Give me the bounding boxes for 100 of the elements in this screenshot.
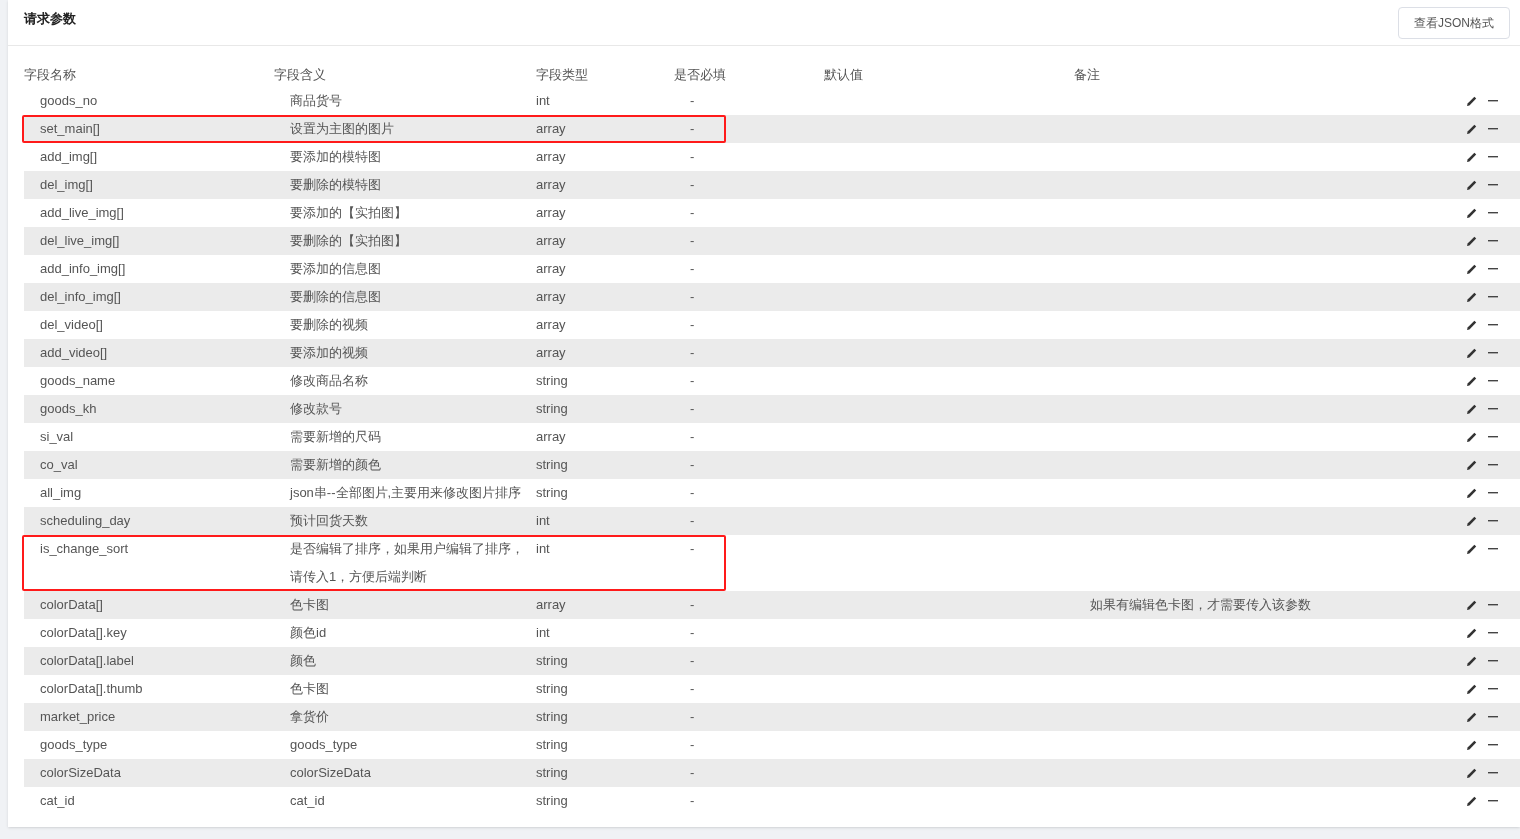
minus-icon bbox=[1488, 716, 1498, 718]
field-type: string bbox=[536, 653, 568, 668]
minus-icon bbox=[1488, 156, 1498, 158]
minus-icon bbox=[1488, 100, 1498, 102]
field-required: - bbox=[690, 541, 695, 556]
field-meaning: 要删除的【实拍图】 bbox=[290, 233, 407, 248]
field-name: scheduling_day bbox=[40, 513, 131, 528]
edit-button[interactable] bbox=[1466, 515, 1478, 527]
field-name: cat_id bbox=[40, 793, 75, 808]
pencil-icon bbox=[1466, 459, 1478, 471]
edit-button[interactable] bbox=[1466, 179, 1478, 191]
field-meaning: 颜色id bbox=[290, 625, 327, 640]
column-header: 默认值 bbox=[824, 66, 863, 82]
minus-icon bbox=[1488, 660, 1498, 662]
pencil-icon bbox=[1466, 739, 1478, 751]
field-required: - bbox=[690, 625, 695, 640]
edit-button[interactable] bbox=[1466, 711, 1478, 723]
pencil-icon bbox=[1466, 319, 1478, 331]
field-name: co_val bbox=[40, 457, 78, 472]
field-meaning: 商品货号 bbox=[290, 93, 342, 108]
field-type: int bbox=[536, 513, 550, 528]
field-required: - bbox=[690, 261, 695, 276]
field-required: - bbox=[690, 737, 695, 752]
edit-button[interactable] bbox=[1466, 235, 1478, 247]
field-name: add_info_img[] bbox=[40, 261, 126, 276]
field-required: - bbox=[690, 429, 695, 444]
field-required: - bbox=[690, 457, 695, 472]
edit-button[interactable] bbox=[1466, 123, 1478, 135]
field-type: array bbox=[536, 205, 566, 220]
minus-icon bbox=[1488, 268, 1498, 270]
field-type: string bbox=[536, 709, 568, 724]
pencil-icon bbox=[1466, 655, 1478, 667]
field-meaning: 颜色 bbox=[290, 653, 316, 668]
field-name: add_img[] bbox=[40, 149, 98, 164]
pencil-icon bbox=[1466, 487, 1478, 499]
minus-icon bbox=[1488, 212, 1498, 214]
edit-button[interactable] bbox=[1466, 739, 1478, 751]
field-required: - bbox=[690, 149, 695, 164]
edit-button[interactable] bbox=[1466, 487, 1478, 499]
edit-button[interactable] bbox=[1466, 319, 1478, 331]
edit-button[interactable] bbox=[1466, 151, 1478, 163]
field-type: string bbox=[536, 485, 568, 500]
field-required: - bbox=[690, 93, 695, 108]
field-type: array bbox=[536, 121, 566, 136]
field-type: array bbox=[536, 345, 566, 360]
minus-icon bbox=[1488, 436, 1498, 438]
field-name: del_img[] bbox=[40, 177, 93, 192]
edit-button[interactable] bbox=[1466, 655, 1478, 667]
edit-button[interactable] bbox=[1466, 459, 1478, 471]
edit-button[interactable] bbox=[1466, 95, 1478, 107]
field-meaning: 拿货价 bbox=[290, 709, 329, 724]
edit-button[interactable] bbox=[1466, 627, 1478, 639]
pencil-icon bbox=[1466, 515, 1478, 527]
minus-icon bbox=[1488, 744, 1498, 746]
field-meaning: 预计回货天数 bbox=[290, 513, 368, 528]
field-name: del_video[] bbox=[40, 317, 103, 332]
minus-icon bbox=[1488, 800, 1498, 802]
field-meaning: 是否编辑了排序，如果用户编辑了排序，请传入1，方便后端判断 bbox=[290, 541, 524, 584]
view-json-button[interactable]: 查看JSON格式 bbox=[1398, 6, 1510, 39]
field-type: array bbox=[536, 317, 566, 332]
minus-icon bbox=[1488, 772, 1498, 774]
edit-button[interactable] bbox=[1466, 375, 1478, 387]
edit-button[interactable] bbox=[1466, 543, 1478, 555]
field-name: del_live_img[] bbox=[40, 233, 120, 248]
field-required: - bbox=[690, 345, 695, 360]
pencil-icon bbox=[1466, 235, 1478, 247]
field-required: - bbox=[690, 709, 695, 724]
minus-icon bbox=[1488, 296, 1498, 298]
pencil-icon bbox=[1466, 179, 1478, 191]
pencil-icon bbox=[1466, 627, 1478, 639]
column-header: 字段类型 bbox=[536, 66, 588, 82]
edit-button[interactable] bbox=[1466, 431, 1478, 443]
edit-button[interactable] bbox=[1466, 599, 1478, 611]
pencil-icon bbox=[1466, 599, 1478, 611]
edit-button[interactable] bbox=[1466, 207, 1478, 219]
minus-icon bbox=[1488, 520, 1498, 522]
column-header: 字段含义 bbox=[274, 66, 326, 82]
minus-icon bbox=[1488, 688, 1498, 690]
field-name: goods_kh bbox=[40, 401, 97, 416]
field-name: add_live_img[] bbox=[40, 205, 124, 220]
field-name: market_price bbox=[40, 709, 116, 724]
field-type: array bbox=[536, 177, 566, 192]
edit-button[interactable] bbox=[1466, 683, 1478, 695]
panel-title: 请求参数 bbox=[24, 9, 76, 28]
edit-button[interactable] bbox=[1466, 263, 1478, 275]
column-header: 字段名称 bbox=[24, 66, 76, 82]
minus-icon bbox=[1488, 492, 1498, 494]
field-type: string bbox=[536, 373, 568, 388]
field-type: string bbox=[536, 765, 568, 780]
edit-button[interactable] bbox=[1466, 767, 1478, 779]
edit-button[interactable] bbox=[1466, 795, 1478, 807]
field-required: - bbox=[690, 597, 695, 612]
edit-button[interactable] bbox=[1466, 403, 1478, 415]
edit-button[interactable] bbox=[1466, 347, 1478, 359]
pencil-icon bbox=[1466, 375, 1478, 387]
field-name: del_info_img[] bbox=[40, 289, 121, 304]
field-required: - bbox=[690, 401, 695, 416]
field-meaning: 需要新增的颜色 bbox=[290, 457, 381, 472]
pencil-icon bbox=[1466, 95, 1478, 107]
edit-button[interactable] bbox=[1466, 291, 1478, 303]
